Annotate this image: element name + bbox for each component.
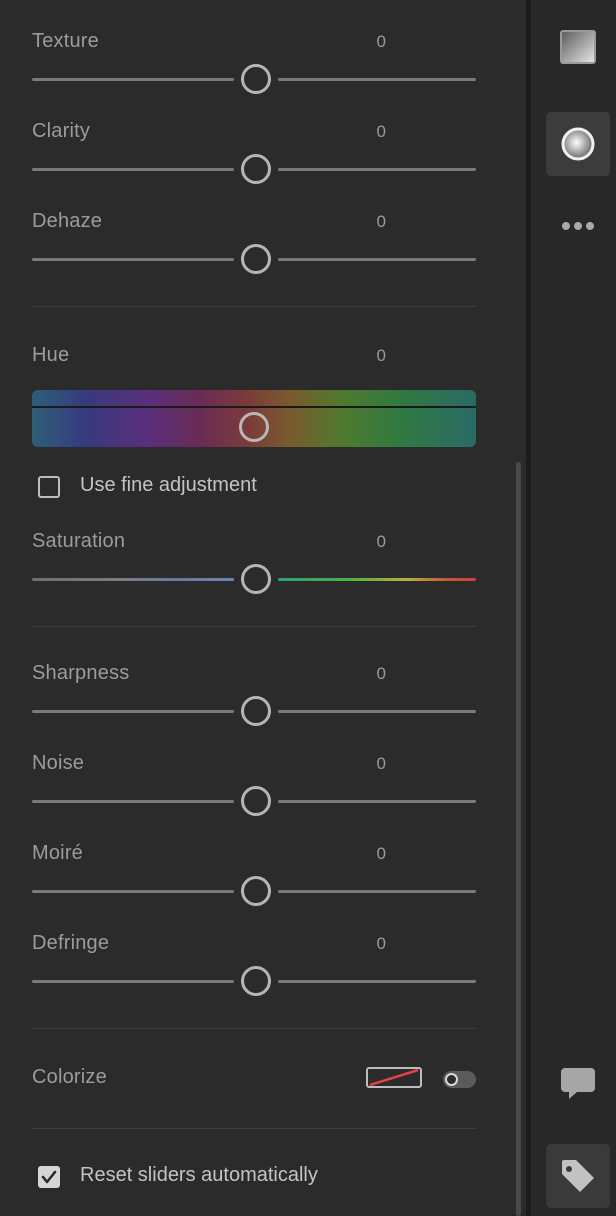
tool-rail — [531, 0, 616, 1216]
section-divider — [32, 1128, 476, 1129]
clarity-label: Clarity — [32, 120, 91, 142]
defringe-slider-thumb[interactable] — [241, 966, 271, 996]
moire-label: Moiré — [32, 842, 84, 864]
no-color-slash-icon — [369, 1069, 419, 1086]
texture-track-left[interactable] — [32, 78, 234, 81]
saturation-track-left[interactable] — [32, 578, 234, 581]
dehaze-track-right[interactable] — [278, 258, 476, 261]
saturation-track-right[interactable] — [278, 578, 476, 581]
noise-track-left[interactable] — [32, 800, 234, 803]
moire-track-left[interactable] — [32, 890, 234, 893]
defringe-label: Defringe — [32, 932, 110, 954]
texture-track-right[interactable] — [278, 78, 476, 81]
sharpness-slider-thumb[interactable] — [241, 696, 271, 726]
saturation-slider-thumb[interactable] — [241, 564, 271, 594]
clarity-slider-thumb[interactable] — [241, 154, 271, 184]
clarity-value[interactable]: 0 — [326, 122, 386, 142]
hue-value[interactable]: 0 — [326, 346, 386, 366]
clarity-track-right[interactable] — [278, 168, 476, 171]
texture-value[interactable]: 0 — [326, 32, 386, 52]
texture-label: Texture — [32, 30, 99, 52]
tag-button[interactable] — [546, 1144, 610, 1208]
noise-label: Noise — [32, 752, 85, 774]
moire-slider-thumb[interactable] — [241, 876, 271, 906]
section-divider — [32, 626, 476, 627]
colorize-toggle-knob[interactable] — [445, 1073, 458, 1086]
colorize-label: Colorize — [32, 1066, 107, 1088]
clarity-track-left[interactable] — [32, 168, 234, 171]
sharpness-label: Sharpness — [32, 662, 130, 684]
gradient-tool-button[interactable] — [546, 16, 610, 80]
panel-scrollbar[interactable] — [516, 462, 521, 1216]
checkmark-icon — [41, 1170, 57, 1184]
reset-sliders-checkbox[interactable] — [38, 1166, 60, 1188]
dehaze-track-left[interactable] — [32, 258, 234, 261]
moire-value[interactable]: 0 — [326, 844, 386, 864]
reset-sliders-label[interactable]: Reset sliders automatically — [80, 1164, 318, 1187]
sharpness-track-left[interactable] — [32, 710, 234, 713]
fine-adjustment-checkbox[interactable] — [38, 476, 60, 498]
hue-slider-thumb[interactable] — [239, 412, 269, 442]
colorize-toggle[interactable] — [443, 1071, 476, 1088]
defringe-track-right[interactable] — [278, 980, 476, 983]
hue-slider[interactable] — [32, 390, 476, 447]
dehaze-value[interactable]: 0 — [326, 212, 386, 232]
hue-slider-line — [32, 406, 476, 408]
noise-value[interactable]: 0 — [326, 754, 386, 774]
dehaze-slider-thumb[interactable] — [241, 244, 271, 274]
comment-button[interactable] — [546, 1050, 610, 1114]
section-divider — [32, 1028, 476, 1029]
section-divider — [32, 306, 476, 307]
sharpness-track-right[interactable] — [278, 710, 476, 713]
more-button[interactable] — [546, 194, 610, 258]
comment-icon — [561, 1068, 595, 1099]
defringe-track-left[interactable] — [32, 980, 234, 983]
texture-slider-thumb[interactable] — [241, 64, 271, 94]
noise-slider-thumb[interactable] — [241, 786, 271, 816]
more-icon — [562, 222, 594, 230]
radial-icon — [561, 127, 595, 161]
defringe-value[interactable]: 0 — [326, 934, 386, 954]
dehaze-label: Dehaze — [32, 210, 103, 232]
gradient-icon — [560, 30, 596, 64]
colorize-swatch[interactable] — [366, 1067, 422, 1088]
edit-panel: Texture 0 Clarity 0 Dehaze 0 Hue 0 Use f… — [0, 0, 526, 1216]
noise-track-right[interactable] — [278, 800, 476, 803]
fine-adjustment-label[interactable]: Use fine adjustment — [80, 474, 257, 497]
radial-tool-button[interactable] — [546, 112, 610, 176]
moire-track-right[interactable] — [278, 890, 476, 893]
saturation-label: Saturation — [32, 530, 126, 552]
saturation-value[interactable]: 0 — [326, 532, 386, 552]
sharpness-value[interactable]: 0 — [326, 664, 386, 684]
hue-label: Hue — [32, 344, 70, 366]
tag-icon — [562, 1160, 594, 1192]
